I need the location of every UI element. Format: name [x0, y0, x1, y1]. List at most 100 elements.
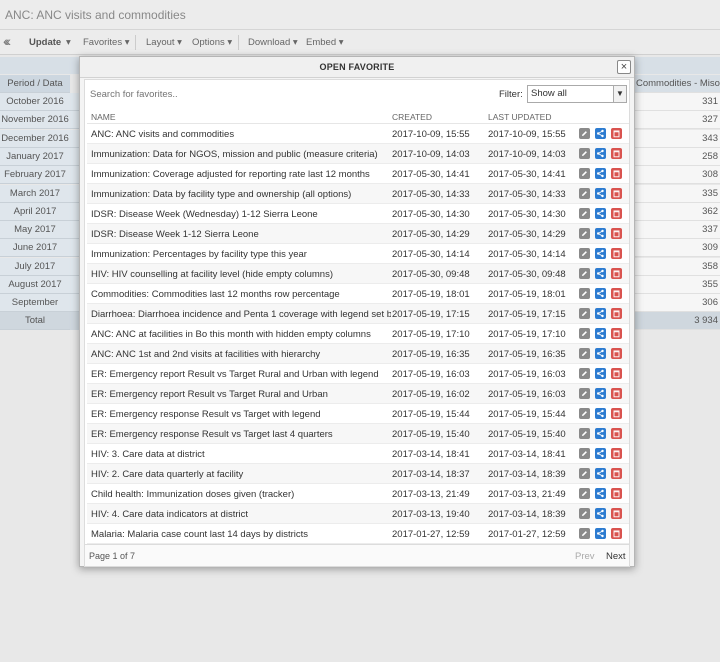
embed-menu[interactable]: Embed ▾ — [306, 37, 344, 48]
favorite-name[interactable]: ER: Emergency report Result vs Target Ru… — [91, 389, 391, 400]
favorite-row[interactable]: Immunization: Percentages by facility ty… — [87, 244, 629, 264]
share-icon[interactable] — [595, 228, 606, 239]
favorite-row[interactable]: Diarrhoea: Diarrhoea incidence and Penta… — [87, 304, 629, 324]
favorite-row[interactable]: Malaria: Malaria case count last 14 days… — [87, 524, 629, 544]
edit-icon[interactable] — [579, 308, 590, 319]
delete-icon[interactable] — [611, 428, 622, 439]
filter-select[interactable]: Show all ▼ — [527, 85, 627, 103]
favorite-name[interactable]: Commodities: Commodities last 12 months … — [91, 289, 391, 300]
prev-page-button[interactable]: Prev — [575, 551, 595, 562]
share-icon[interactable] — [595, 528, 606, 539]
edit-icon[interactable] — [579, 128, 590, 139]
delete-icon[interactable] — [611, 248, 622, 259]
favorite-name[interactable]: Immunization: Coverage adjusted for repo… — [91, 169, 391, 180]
layout-menu[interactable]: Layout ▾ — [146, 37, 182, 48]
favorite-name[interactable]: ANC: ANC visits and commodities — [91, 129, 391, 140]
share-icon[interactable] — [595, 308, 606, 319]
share-icon[interactable] — [595, 328, 606, 339]
edit-icon[interactable] — [579, 188, 590, 199]
share-icon[interactable] — [595, 248, 606, 259]
delete-icon[interactable] — [611, 308, 622, 319]
options-menu[interactable]: Options ▾ — [192, 37, 232, 48]
next-page-button[interactable]: Next — [606, 551, 626, 562]
favorite-name[interactable]: ER: Emergency report Result vs Target Ru… — [91, 369, 391, 380]
favorite-name[interactable]: Diarrhoea: Diarrhoea incidence and Penta… — [91, 309, 391, 320]
delete-icon[interactable] — [611, 288, 622, 299]
favorites-menu[interactable]: Favorites ▾ — [83, 37, 130, 48]
delete-icon[interactable] — [611, 228, 622, 239]
delete-icon[interactable] — [611, 528, 622, 539]
delete-icon[interactable] — [611, 448, 622, 459]
delete-icon[interactable] — [611, 268, 622, 279]
share-icon[interactable] — [595, 168, 606, 179]
column-header-created[interactable]: CREATED — [392, 112, 432, 122]
edit-icon[interactable] — [579, 288, 590, 299]
delete-icon[interactable] — [611, 468, 622, 479]
edit-icon[interactable] — [579, 368, 590, 379]
favorite-row[interactable]: IDSR: Disease Week (Wednesday) 1-12 Sier… — [87, 204, 629, 224]
share-icon[interactable] — [595, 508, 606, 519]
edit-icon[interactable] — [579, 528, 590, 539]
favorite-row[interactable]: HIV: 4. Care data indicators at district… — [87, 504, 629, 524]
share-icon[interactable] — [595, 188, 606, 199]
edit-icon[interactable] — [579, 468, 590, 479]
favorite-row[interactable]: ER: Emergency response Result vs Target … — [87, 424, 629, 444]
favorite-name[interactable]: IDSR: Disease Week (Wednesday) 1-12 Sier… — [91, 209, 391, 220]
share-icon[interactable] — [595, 488, 606, 499]
share-icon[interactable] — [595, 208, 606, 219]
favorite-name[interactable]: Immunization: Percentages by facility ty… — [91, 249, 391, 260]
delete-icon[interactable] — [611, 128, 622, 139]
favorite-row[interactable]: HIV: 3. Care data at district 2017-03-14,… — [87, 444, 629, 464]
share-icon[interactable] — [595, 468, 606, 479]
edit-icon[interactable] — [579, 408, 590, 419]
favorite-name[interactable]: ANC: ANC at facilities in Bo this month … — [91, 329, 391, 340]
edit-icon[interactable] — [579, 488, 590, 499]
delete-icon[interactable] — [611, 388, 622, 399]
delete-icon[interactable] — [611, 488, 622, 499]
favorite-name[interactable]: HIV: 3. Care data at district — [91, 449, 391, 460]
search-input[interactable] — [90, 87, 390, 101]
close-icon[interactable]: × — [617, 60, 631, 74]
delete-icon[interactable] — [611, 188, 622, 199]
share-icon[interactable] — [595, 388, 606, 399]
favorite-row[interactable]: ANC: ANC at facilities in Bo this month … — [87, 324, 629, 344]
favorite-name[interactable]: Immunization: Data by facility type and … — [91, 189, 391, 200]
delete-icon[interactable] — [611, 408, 622, 419]
share-icon[interactable] — [595, 128, 606, 139]
favorite-name[interactable]: ER: Emergency response Result vs Target … — [91, 409, 391, 420]
edit-icon[interactable] — [579, 348, 590, 359]
delete-icon[interactable] — [611, 148, 622, 159]
share-icon[interactable] — [595, 448, 606, 459]
favorite-row[interactable]: ER: Emergency response Result vs Target … — [87, 404, 629, 424]
favorite-row[interactable]: Immunization: Data for NGOS, mission and… — [87, 144, 629, 164]
favorite-name[interactable]: Malaria: Malaria case count last 14 days… — [91, 529, 391, 540]
favorite-row[interactable]: Immunization: Data by facility type and … — [87, 184, 629, 204]
favorite-row[interactable]: HIV: HIV counselling at facility level (… — [87, 264, 629, 284]
edit-icon[interactable] — [579, 208, 590, 219]
delete-icon[interactable] — [611, 348, 622, 359]
favorite-row[interactable]: ANC: ANC visits and commodities 2017-10-0… — [87, 124, 629, 144]
edit-icon[interactable] — [579, 148, 590, 159]
share-icon[interactable] — [595, 268, 606, 279]
edit-icon[interactable] — [579, 388, 590, 399]
share-icon[interactable] — [595, 288, 606, 299]
share-icon[interactable] — [595, 408, 606, 419]
edit-icon[interactable] — [579, 248, 590, 259]
favorite-name[interactable]: ANC: ANC 1st and 2nd visits at facilitie… — [91, 349, 391, 360]
edit-icon[interactable] — [579, 428, 590, 439]
update-button[interactable]: Update — [29, 37, 61, 48]
favorite-row[interactable]: ANC: ANC 1st and 2nd visits at facilitie… — [87, 344, 629, 364]
edit-icon[interactable] — [579, 508, 590, 519]
edit-icon[interactable] — [579, 328, 590, 339]
favorite-row[interactable]: Child health: Immunization doses given (… — [87, 484, 629, 504]
delete-icon[interactable] — [611, 208, 622, 219]
download-menu[interactable]: Download ▾ — [248, 37, 298, 48]
update-menu-caret-icon[interactable]: ▾ — [66, 37, 71, 48]
favorite-row[interactable]: HIV: 2. Care data quarterly at facility 2… — [87, 464, 629, 484]
collapse-icon[interactable]: ‹‹‹ — [3, 33, 11, 49]
favorite-row[interactable]: IDSR: Disease Week 1-12 Sierra Leone 2017… — [87, 224, 629, 244]
favorite-row[interactable]: ER: Emergency report Result vs Target Ru… — [87, 364, 629, 384]
delete-icon[interactable] — [611, 368, 622, 379]
favorite-name[interactable]: HIV: 2. Care data quarterly at facility — [91, 469, 391, 480]
favorite-name[interactable]: ER: Emergency response Result vs Target … — [91, 429, 391, 440]
